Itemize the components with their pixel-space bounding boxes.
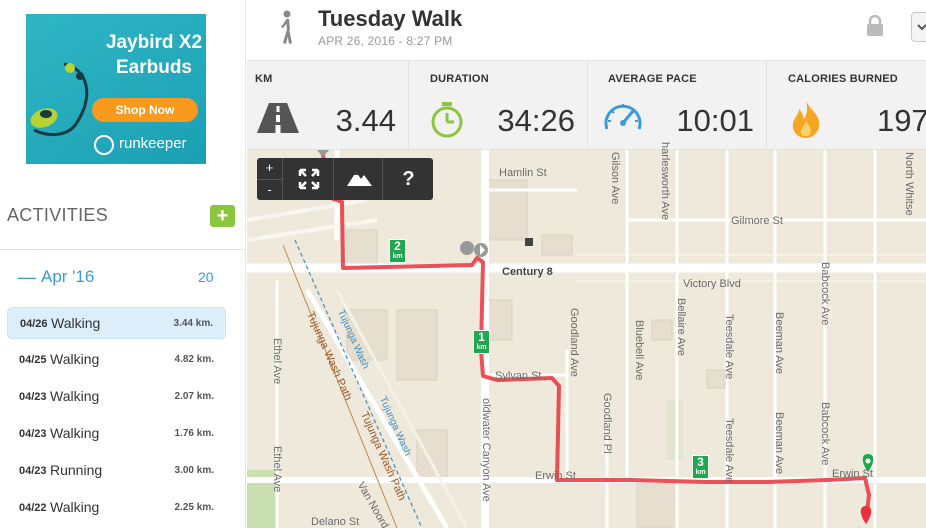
activity-type: Walking bbox=[51, 315, 101, 331]
stat-label: DURATION bbox=[430, 73, 489, 85]
advertisement-banner[interactable]: Jaybird X2 Earbuds Shop Now runkeeper bbox=[26, 14, 206, 164]
stat-value: 34:26 bbox=[497, 103, 575, 138]
stat-label: KM bbox=[255, 73, 273, 85]
activity-distance: 2.25 km. bbox=[174, 502, 214, 513]
km-marker-1: 1 km bbox=[473, 330, 490, 354]
street-label: North Whitse bbox=[903, 152, 915, 216]
activity-type: Walking bbox=[50, 499, 100, 515]
chevron-down-icon bbox=[917, 24, 926, 31]
ad-title: Jaybird X2 Earbuds bbox=[105, 32, 203, 78]
activity-item[interactable]: 04/23 Running 3.00 km. bbox=[7, 455, 226, 487]
street-label: Teesdale Ave bbox=[723, 314, 735, 380]
collapse-month-icon[interactable]: — bbox=[18, 267, 36, 288]
street-label: Hamlin St bbox=[499, 167, 547, 179]
road-icon bbox=[257, 103, 299, 133]
street-label: Victory Blvd bbox=[683, 278, 741, 290]
month-label[interactable]: Apr '16 bbox=[41, 267, 94, 287]
lock-icon[interactable] bbox=[866, 15, 884, 37]
street-label: Sylvan St bbox=[495, 370, 542, 382]
activity-distance: 3.44 km. bbox=[173, 318, 213, 329]
street-label: Goodland Pl bbox=[601, 393, 613, 454]
zoom-controls: + - bbox=[257, 158, 283, 200]
street-label: Erwin St bbox=[535, 470, 576, 482]
street-label: Babcock Ave bbox=[819, 262, 831, 326]
stat-duration: DURATION 34:26 bbox=[409, 61, 588, 151]
street-label: Teesdale Ave bbox=[723, 418, 735, 484]
stat-value: 10:01 bbox=[676, 103, 754, 138]
flame-icon bbox=[792, 101, 820, 138]
street-label: Bellaire Ave bbox=[675, 298, 687, 356]
zoom-out-button[interactable]: - bbox=[257, 179, 282, 200]
month-activity-count: 20 bbox=[198, 269, 214, 285]
km-marker-3: 3 km bbox=[692, 455, 709, 479]
stat-distance: KM 3.44 bbox=[247, 61, 409, 151]
street-label: Ethel Ave bbox=[271, 338, 283, 385]
activity-distance: 2.07 km. bbox=[174, 391, 214, 402]
activity-date: 04/25 bbox=[19, 354, 47, 366]
speedometer-icon bbox=[604, 104, 642, 130]
stat-calories: CALORIES BURNED 197 bbox=[767, 61, 926, 151]
activity-item[interactable]: 04/23 Walking 2.07 km. bbox=[7, 381, 226, 413]
stat-label: CALORIES BURNED bbox=[788, 73, 898, 85]
activity-type: Running bbox=[50, 462, 103, 478]
zoom-in-button[interactable]: + bbox=[257, 158, 282, 179]
activity-date: 04/23 bbox=[19, 391, 47, 403]
activity-date: 04/23 bbox=[19, 428, 47, 440]
activity-date: 04/26 bbox=[20, 318, 48, 330]
divider bbox=[0, 249, 246, 250]
stats-bar: KM 3.44 DURATION 34:26 AVERAGE PACE 10:0… bbox=[247, 60, 926, 151]
street-label: Goodland Ave bbox=[568, 308, 580, 377]
terrain-button[interactable] bbox=[335, 158, 383, 200]
map-controls: + - ? bbox=[257, 158, 433, 200]
route-map[interactable]: Hamlin St Gilmore St Victory Blvd Centur… bbox=[247, 142, 926, 528]
street-label: harlesworth Ave bbox=[659, 142, 671, 221]
activities-heading: ACTIVITIES bbox=[7, 205, 109, 225]
activity-date: 04/23 bbox=[19, 465, 47, 477]
stat-value: 3.44 bbox=[335, 103, 396, 138]
activity-item[interactable]: 04/25 Walking 4.82 km. bbox=[7, 344, 226, 376]
street-label: oldwater Canyon Ave bbox=[480, 398, 492, 502]
fullscreen-icon bbox=[298, 168, 320, 190]
street-label: Delano St bbox=[311, 516, 360, 528]
fullscreen-button[interactable] bbox=[284, 158, 334, 200]
activity-distance: 4.82 km. bbox=[174, 354, 214, 365]
street-label: Babcock Ave bbox=[819, 402, 831, 466]
help-button[interactable]: ? bbox=[384, 158, 433, 200]
activity-datetime: APR 26, 2016 - 8:27 PM bbox=[318, 34, 453, 48]
activity-type: Walking bbox=[50, 425, 100, 441]
activity-type: Walking bbox=[50, 388, 100, 404]
walking-person-icon bbox=[281, 10, 292, 44]
ad-brand: runkeeper bbox=[119, 135, 187, 152]
km-marker-2: 2 km bbox=[389, 239, 406, 263]
theater-icon bbox=[525, 238, 533, 246]
activity-header: Tuesday Walk APR 26, 2016 - 8:27 PM bbox=[247, 0, 926, 60]
activity-distance: 3.00 km. bbox=[174, 465, 214, 476]
stat-pace: AVERAGE PACE 10:01 bbox=[588, 61, 767, 151]
street-label: Gilmore St bbox=[731, 215, 783, 227]
add-activity-button[interactable]: + bbox=[210, 205, 235, 227]
activity-title: Tuesday Walk bbox=[318, 6, 463, 31]
stat-label: AVERAGE PACE bbox=[608, 73, 697, 85]
street-label: Beeman Ave bbox=[773, 312, 785, 375]
street-label: Beeman Ave bbox=[773, 412, 785, 475]
street-label: Century 8 bbox=[502, 266, 553, 278]
street-label: Bluebell Ave bbox=[633, 320, 645, 381]
activity-date: 04/22 bbox=[19, 502, 47, 514]
activity-item[interactable]: 04/22 Walking 2.25 km. bbox=[7, 492, 226, 524]
mountain-icon bbox=[347, 172, 372, 186]
app-root: Jaybird X2 Earbuds Shop Now runkeeper AC… bbox=[0, 0, 926, 528]
left-sidebar: Jaybird X2 Earbuds Shop Now runkeeper AC… bbox=[0, 0, 246, 528]
street-label: Gilson Ave bbox=[609, 152, 621, 205]
shop-now-button[interactable]: Shop Now bbox=[92, 98, 198, 122]
activity-item[interactable]: 04/26 Walking 3.44 km. bbox=[7, 307, 226, 339]
runkeeper-logo-icon bbox=[94, 135, 114, 155]
street-label: Ethel Ave bbox=[271, 446, 283, 493]
activity-distance: 1.76 km. bbox=[174, 428, 214, 439]
activity-item[interactable]: 04/23 Walking 1.76 km. bbox=[7, 418, 226, 450]
options-dropdown-button[interactable] bbox=[911, 12, 926, 42]
stopwatch-icon bbox=[431, 102, 463, 138]
stat-value: 197 bbox=[877, 103, 926, 138]
street-label: Erwin St bbox=[832, 468, 873, 480]
activity-type: Walking bbox=[50, 351, 100, 367]
